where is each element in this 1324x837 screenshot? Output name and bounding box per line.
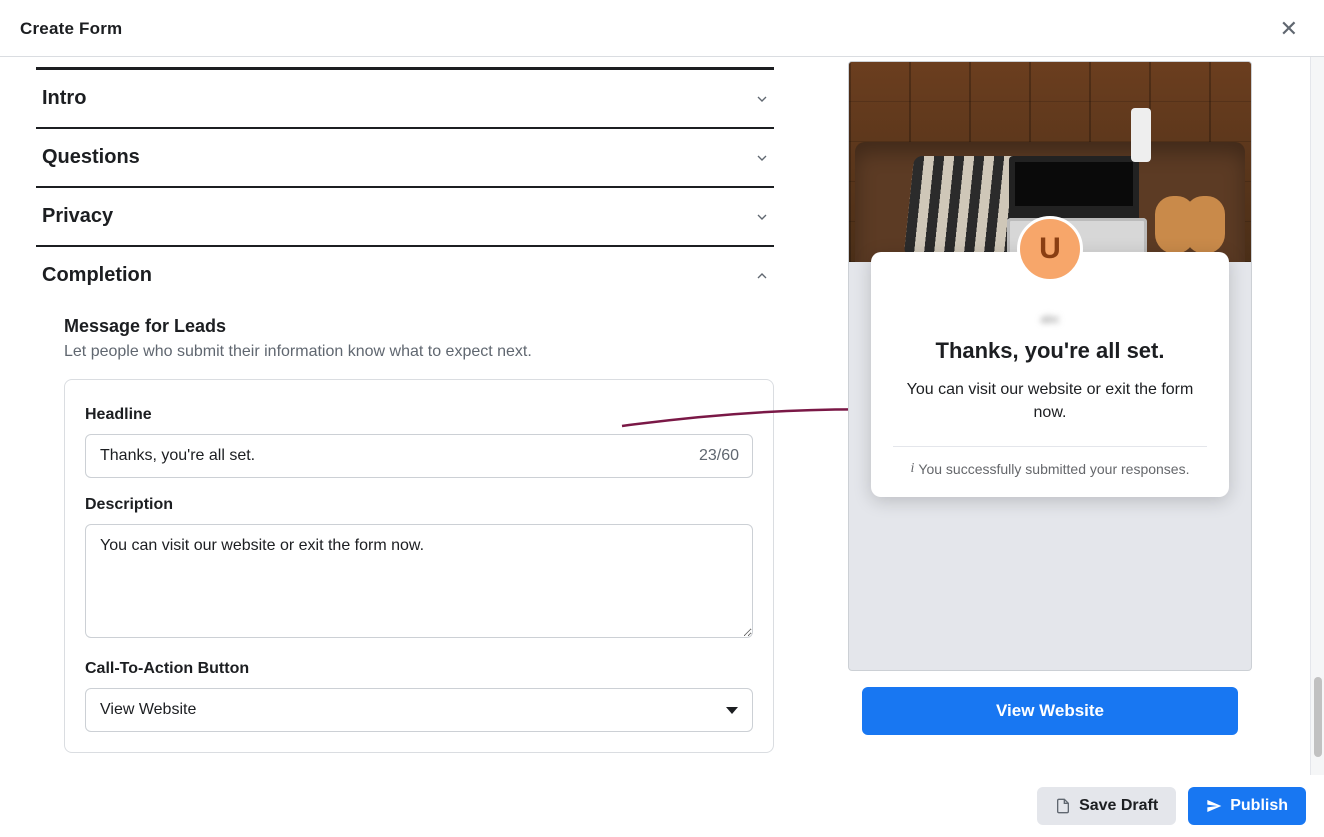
preview-headline: Thanks, you're all set.	[893, 338, 1207, 364]
avatar: U	[1017, 216, 1083, 282]
document-icon	[1055, 797, 1071, 815]
chevron-down-icon	[754, 209, 770, 225]
preview-card: U abc Thanks, you're all set. You can vi…	[871, 252, 1229, 497]
chevron-up-icon	[754, 268, 770, 284]
preview-description: You can visit our website or exit the fo…	[893, 378, 1207, 424]
chevron-down-icon	[754, 150, 770, 166]
cta-select[interactable]: View Website	[85, 688, 753, 732]
form-preview: U abc Thanks, you're all set. You can vi…	[848, 61, 1252, 671]
completion-subtext: Let people who submit their information …	[64, 343, 774, 361]
section-privacy-label: Privacy	[42, 205, 113, 228]
description-label: Description	[85, 496, 753, 514]
close-icon[interactable]: ✕	[1274, 14, 1304, 44]
caret-down-icon	[726, 707, 738, 714]
section-completion[interactable]: Completion	[36, 247, 774, 304]
scrollbar[interactable]	[1310, 57, 1324, 775]
info-icon: i	[911, 461, 915, 477]
headline-input[interactable]	[85, 434, 753, 478]
section-intro[interactable]: Intro	[36, 70, 774, 127]
chevron-down-icon	[754, 91, 770, 107]
section-completion-label: Completion	[42, 264, 152, 287]
cta-select-value: View Website	[100, 701, 196, 719]
form-editor-pane: Intro Questions Privacy Completion	[0, 57, 810, 775]
preview-pane: U abc Thanks, you're all set. You can vi…	[810, 57, 1310, 775]
headline-label: Headline	[85, 406, 753, 424]
preview-cta-button[interactable]: View Website	[862, 687, 1238, 735]
section-questions-label: Questions	[42, 146, 140, 169]
preview-pagename-blur: abc	[893, 312, 1207, 326]
section-questions[interactable]: Questions	[36, 129, 774, 186]
description-input[interactable]	[85, 524, 753, 638]
save-draft-button[interactable]: Save Draft	[1037, 787, 1176, 825]
publish-button[interactable]: Publish	[1188, 787, 1306, 825]
paper-plane-icon	[1206, 798, 1222, 814]
headline-counter: 23/60	[699, 447, 739, 465]
section-intro-label: Intro	[42, 87, 86, 110]
section-privacy[interactable]: Privacy	[36, 188, 774, 245]
modal-footer: Save Draft Publish	[0, 775, 1324, 837]
preview-submit-note: i You successfully submitted your respon…	[893, 461, 1207, 477]
completion-heading: Message for Leads	[64, 316, 774, 337]
cta-label: Call-To-Action Button	[85, 660, 753, 678]
completion-card: Headline 23/60 Description Call-To-Actio…	[64, 379, 774, 753]
modal-title: Create Form	[20, 19, 122, 39]
